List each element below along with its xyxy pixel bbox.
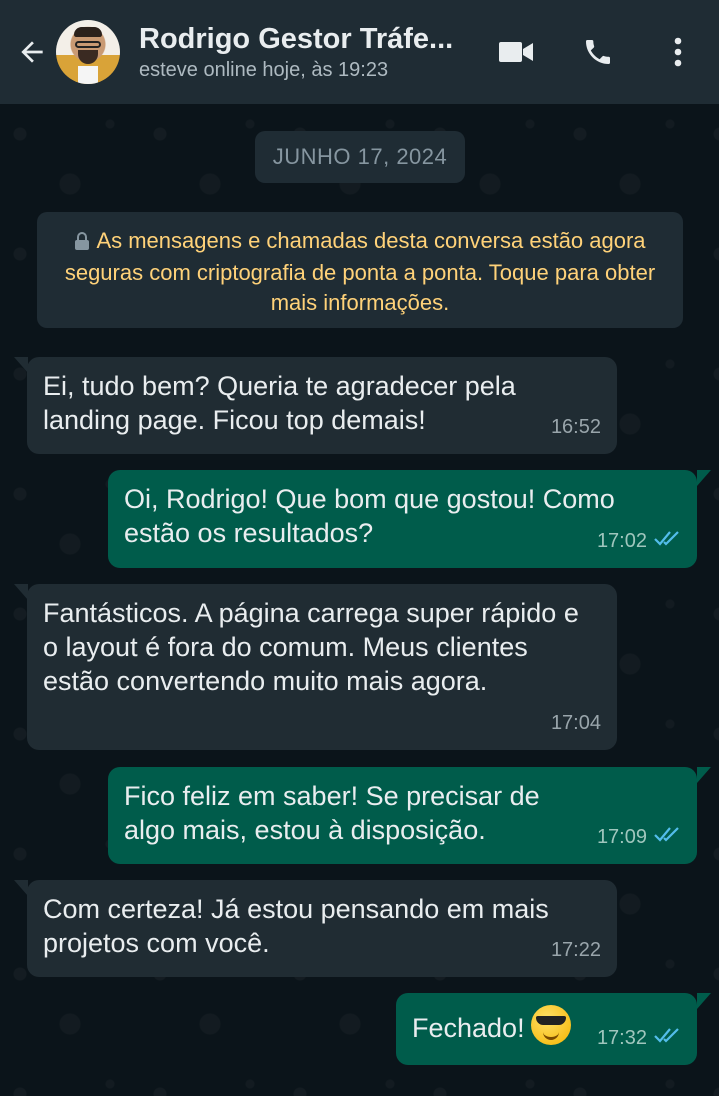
encryption-notice-text: As mensagens e chamadas desta conversa e…	[64, 228, 656, 315]
message-text: Fantásticos. A página carrega super rápi…	[43, 598, 579, 696]
more-options-icon[interactable]	[654, 28, 702, 76]
message-outgoing[interactable]: Oi, Rodrigo! Que bom que gostou! Como es…	[108, 470, 697, 568]
message-incoming[interactable]: Ei, tudo bem? Queria te agradecer pela l…	[27, 357, 617, 454]
chat-header: Rodrigo Gestor Tráfe... esteve online ho…	[0, 0, 719, 104]
encryption-notice[interactable]: As mensagens e chamadas desta conversa e…	[37, 212, 683, 328]
sunglasses-emoji-icon	[530, 1005, 571, 1045]
lock-icon	[74, 228, 90, 258]
message-time: 17:02	[597, 524, 681, 558]
message-incoming[interactable]: Com certeza! Já estou pensando em mais p…	[27, 880, 617, 977]
double-check-read-icon	[653, 820, 681, 854]
message-text: Ei, tudo bem? Queria te agradecer pela l…	[43, 371, 516, 435]
message-text: Oi, Rodrigo! Que bom que gostou! Como es…	[124, 484, 615, 548]
message-text: Fico feliz em saber! Se precisar de algo…	[124, 781, 540, 845]
message-incoming[interactable]: Fantásticos. A página carrega super rápi…	[27, 584, 617, 750]
avatar[interactable]	[56, 20, 120, 84]
message-text: Fechado!	[412, 1013, 525, 1043]
date-chip: JUNHO 17, 2024	[255, 131, 465, 183]
message-text: Com certeza! Já estou pensando em mais p…	[43, 894, 549, 958]
contact-info[interactable]: Rodrigo Gestor Tráfe... esteve online ho…	[139, 21, 492, 83]
message-time: 17:04	[550, 712, 601, 734]
message-time: 16:52	[550, 416, 601, 438]
double-check-read-icon	[653, 1021, 681, 1055]
contact-status: esteve online hoje, às 19:23	[139, 59, 389, 81]
double-check-read-icon	[653, 524, 681, 558]
message-time: 17:22	[550, 939, 601, 961]
message-outgoing[interactable]: Fechado! 17:32	[396, 993, 697, 1065]
phone-icon[interactable]	[574, 28, 622, 76]
message-time: 17:09	[597, 820, 681, 854]
message-outgoing[interactable]: Fico feliz em saber! Se precisar de algo…	[108, 767, 697, 864]
video-call-icon[interactable]	[492, 28, 540, 76]
contact-name[interactable]: Rodrigo Gestor Tráfe...	[139, 21, 469, 57]
back-arrow-icon[interactable]	[8, 28, 56, 76]
message-time: 17:32	[597, 1021, 681, 1055]
